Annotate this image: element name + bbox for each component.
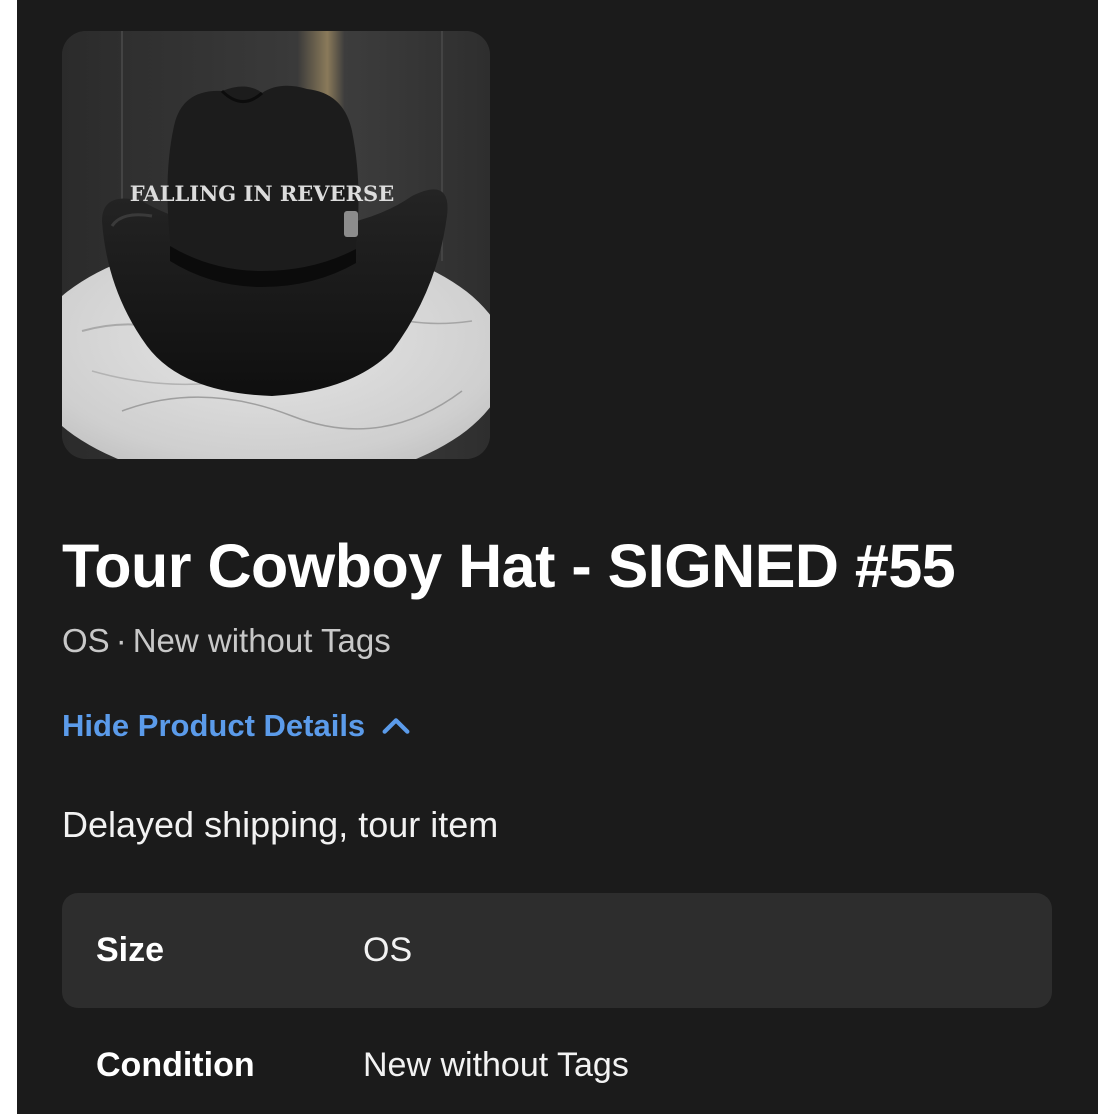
product-summary: OS · New without Tags (62, 620, 391, 662)
hide-product-details-toggle[interactable]: Hide Product Details (62, 705, 413, 747)
hat-logo-text: FALLING IN REVERSE (130, 181, 394, 206)
toggle-label: Hide Product Details (62, 708, 366, 743)
detail-value: OS (363, 931, 413, 969)
detail-row-condition: Condition New without Tags (62, 1008, 1052, 1114)
size-summary: OS (62, 622, 110, 659)
detail-row-size: Size OS (62, 893, 1052, 1008)
product-description: Delayed shipping, tour item (62, 804, 499, 845)
chevron-up-icon (382, 718, 410, 734)
summary-separator: · (115, 622, 127, 659)
detail-value: New without Tags (363, 1046, 629, 1084)
detail-label: Condition (96, 1046, 255, 1084)
detail-label: Size (96, 931, 165, 969)
product-details-screen: FALLING IN REVERSE Tour Cowboy Hat - SIG… (17, 0, 1098, 1114)
product-photo[interactable]: FALLING IN REVERSE (62, 31, 490, 459)
cowboy-hat-photo-icon: FALLING IN REVERSE (62, 31, 490, 459)
condition-summary: New without Tags (132, 622, 391, 659)
product-title: Tour Cowboy Hat - SIGNED #55 (62, 532, 956, 600)
